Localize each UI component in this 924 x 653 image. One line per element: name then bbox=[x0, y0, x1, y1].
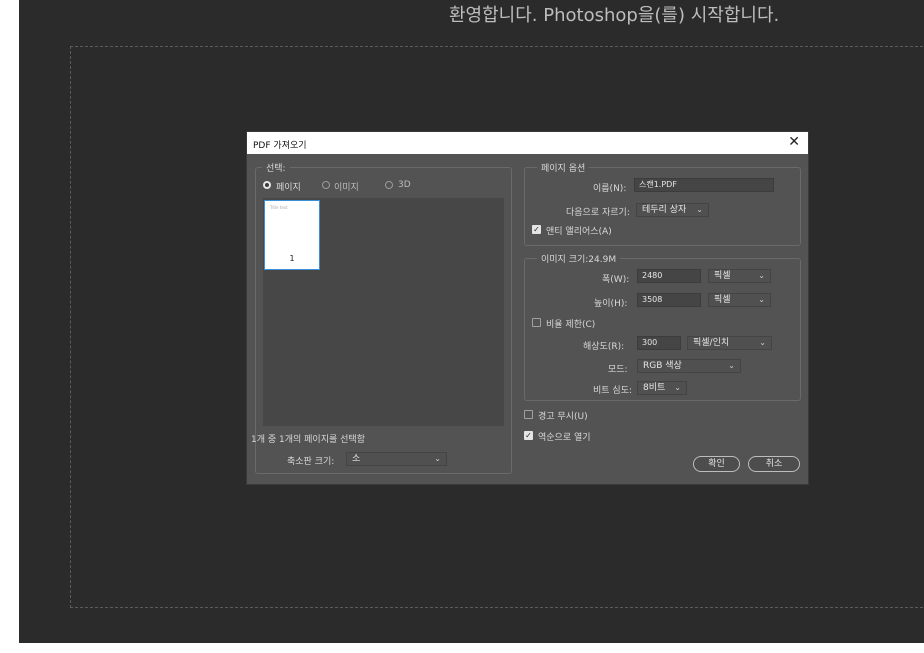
resolution-value: 300 bbox=[642, 338, 658, 347]
chevron-down-icon: ⌄ bbox=[696, 205, 703, 214]
reverse-order-checkbox[interactable]: ✓ bbox=[524, 431, 533, 440]
height-label: 높이(H): bbox=[594, 299, 628, 309]
page-thumbnail[interactable]: Title text 1 bbox=[264, 200, 320, 270]
welcome-heading: 환영합니다. Photoshop을(를) 시작합니다. bbox=[449, 5, 780, 26]
name-value: 스캔1.PDF bbox=[639, 180, 677, 189]
width-label: 폭(W): bbox=[602, 275, 630, 285]
thumbnail-text: Title text bbox=[270, 205, 288, 210]
height-value: 3508 bbox=[642, 295, 663, 304]
width-unit-select[interactable]: 픽셀 ⌄ bbox=[708, 269, 771, 283]
suppress-warnings-checkbox[interactable] bbox=[524, 410, 533, 419]
depth-select[interactable]: 8비트 ⌄ bbox=[637, 381, 687, 395]
selection-status: 1개 중 1개의 페이지를 선택함 bbox=[251, 435, 365, 445]
thumb-size-label: 축소판 크기: bbox=[287, 457, 335, 467]
height-field[interactable]: 3508 bbox=[637, 293, 701, 307]
close-icon[interactable]: ✕ bbox=[788, 134, 800, 150]
radio-page[interactable] bbox=[263, 181, 271, 189]
mode-value: RGB 색상 bbox=[643, 361, 682, 371]
reverse-order-label[interactable]: 역순으로 열기 bbox=[538, 430, 591, 443]
depth-value: 8비트 bbox=[643, 383, 666, 393]
height-unit-select[interactable]: 픽셀 ⌄ bbox=[708, 293, 771, 307]
radio-image[interactable] bbox=[322, 181, 330, 189]
resolution-unit-value: 픽셀/인치 bbox=[693, 338, 730, 348]
thumb-size-select[interactable]: 소 ⌄ bbox=[346, 452, 447, 466]
crop-select[interactable]: 테두리 상자 ⌄ bbox=[636, 203, 709, 217]
constrain-label[interactable]: 비율 제한(C) bbox=[546, 317, 595, 330]
chevron-down-icon: ⌄ bbox=[434, 454, 441, 463]
crop-value: 테두리 상자 bbox=[642, 205, 687, 215]
resolution-field[interactable]: 300 bbox=[637, 336, 681, 350]
radio-page-label[interactable]: 페이지 bbox=[276, 180, 301, 193]
cancel-button-label: 취소 bbox=[765, 459, 783, 469]
crop-label: 다음으로 자르기: bbox=[566, 208, 630, 218]
width-field[interactable]: 2480 bbox=[637, 269, 701, 283]
name-field[interactable]: 스캔1.PDF bbox=[634, 178, 774, 192]
page-preview-list[interactable]: Title text 1 bbox=[263, 198, 504, 426]
select-legend: 선택: bbox=[262, 161, 290, 174]
suppress-warnings-label[interactable]: 경고 무시(U) bbox=[538, 409, 588, 422]
height-unit-value: 픽셀 bbox=[714, 295, 731, 305]
thumb-size-value: 소 bbox=[352, 454, 361, 464]
ok-button[interactable]: 확인 bbox=[693, 456, 740, 472]
dialog-title: PDF 가져오기 bbox=[253, 141, 307, 151]
chevron-down-icon: ⌄ bbox=[758, 271, 765, 280]
radio-3d[interactable] bbox=[385, 181, 393, 189]
page-options-legend: 페이지 옵션 bbox=[537, 161, 590, 174]
chevron-down-icon: ⌄ bbox=[758, 295, 765, 304]
antialias-checkbox[interactable]: ✓ bbox=[532, 225, 541, 234]
ok-button-label: 확인 bbox=[708, 459, 725, 469]
depth-label: 비트 심도: bbox=[593, 386, 633, 396]
mode-label: 모드: bbox=[608, 365, 628, 375]
cancel-button[interactable]: 취소 bbox=[748, 456, 800, 472]
chevron-down-icon: ⌄ bbox=[759, 338, 766, 347]
radio-3d-label[interactable]: 3D bbox=[398, 180, 411, 190]
radio-image-label[interactable]: 이미지 bbox=[334, 180, 359, 193]
name-label: 이름(N): bbox=[593, 184, 627, 194]
width-unit-value: 픽셀 bbox=[714, 271, 731, 281]
mode-select[interactable]: RGB 색상 ⌄ bbox=[637, 359, 741, 373]
antialias-label[interactable]: 앤티 앨리어스(A) bbox=[546, 224, 612, 237]
thumbnail-page-number: 1 bbox=[289, 254, 295, 263]
constrain-checkbox[interactable] bbox=[532, 318, 541, 327]
image-size-legend: 이미지 크기:24.9M bbox=[537, 252, 621, 265]
pdf-import-dialog: PDF 가져오기 ✕ 선택: 페이지 이미지 3D Title text 1 1… bbox=[247, 132, 808, 484]
chevron-down-icon: ⌄ bbox=[728, 361, 735, 370]
dialog-titlebar[interactable]: PDF 가져오기 ✕ bbox=[247, 132, 808, 154]
resolution-label: 해상도(R): bbox=[583, 342, 625, 352]
chevron-down-icon: ⌄ bbox=[674, 383, 681, 392]
width-value: 2480 bbox=[642, 271, 663, 280]
resolution-unit-select[interactable]: 픽셀/인치 ⌄ bbox=[687, 336, 772, 350]
